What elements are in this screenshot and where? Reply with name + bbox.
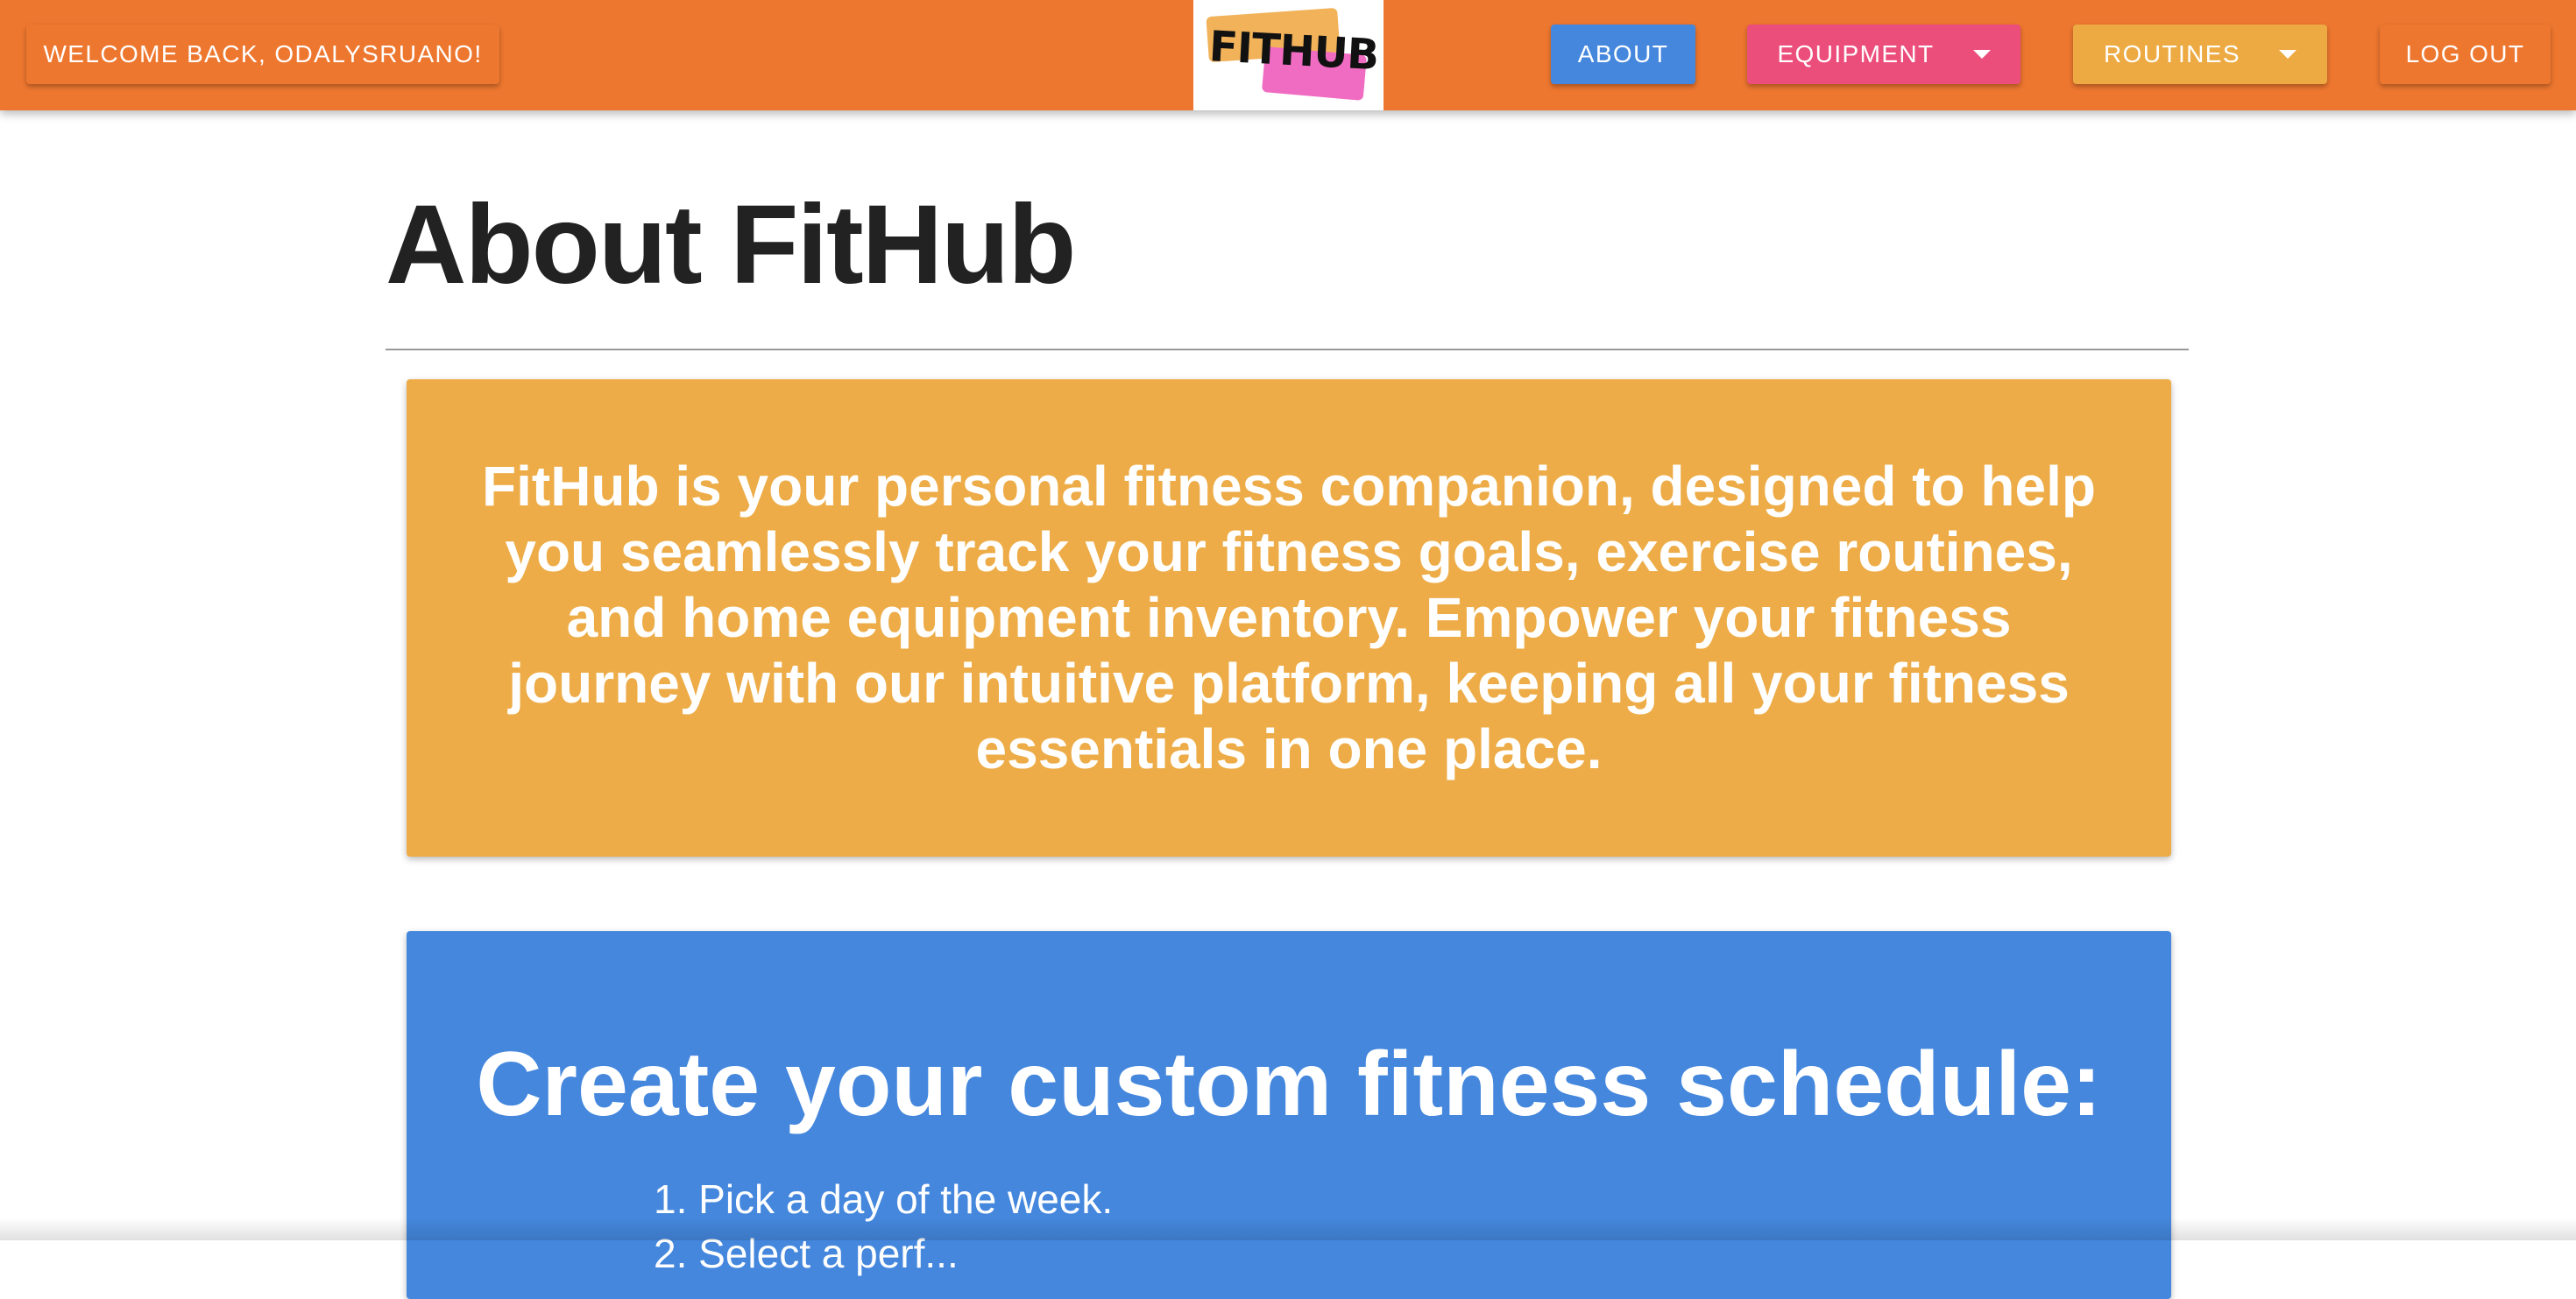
welcome-label: WELCOME BACK, ODALYSRUANO!: [43, 40, 483, 67]
equipment-dropdown-button[interactable]: EQUIPMENT: [1747, 25, 2020, 84]
about-card: FitHub is your personal fitness companio…: [407, 379, 2171, 857]
schedule-heading: Create your custom fitness schedule:: [476, 1034, 2102, 1135]
logout-label: LOG OUT: [2405, 40, 2525, 67]
chevron-down-icon: [2278, 50, 2296, 59]
logout-button[interactable]: LOG OUT: [2380, 25, 2551, 84]
routines-dropdown-button[interactable]: ROUTINES: [2073, 25, 2327, 84]
title-divider: [386, 349, 2189, 350]
schedule-step: 2. Select a perf...: [654, 1231, 959, 1276]
schedule-steps-list: 1. Pick a day of the week. 2. Select a p…: [654, 1172, 1113, 1281]
about-button[interactable]: ABOUT: [1551, 25, 1695, 84]
about-label: ABOUT: [1577, 40, 1669, 67]
about-description: FitHub is your personal fitness companio…: [482, 455, 2096, 780]
top-navbar: WELCOME BACK, ODALYSRUANO! FITHUB ABOUT …: [0, 0, 2576, 110]
fithub-logo[interactable]: FITHUB: [1193, 0, 1384, 110]
schedule-step: 1. Pick a day of the week.: [654, 1176, 1114, 1222]
page-title: About FitHub: [386, 182, 1076, 307]
welcome-button[interactable]: WELCOME BACK, ODALYSRUANO!: [26, 25, 499, 84]
routines-label: ROUTINES: [2104, 40, 2240, 67]
logo-text: FITHUB: [1207, 22, 1380, 81]
equipment-label: EQUIPMENT: [1777, 40, 1935, 67]
chevron-down-icon: [1972, 50, 1991, 59]
